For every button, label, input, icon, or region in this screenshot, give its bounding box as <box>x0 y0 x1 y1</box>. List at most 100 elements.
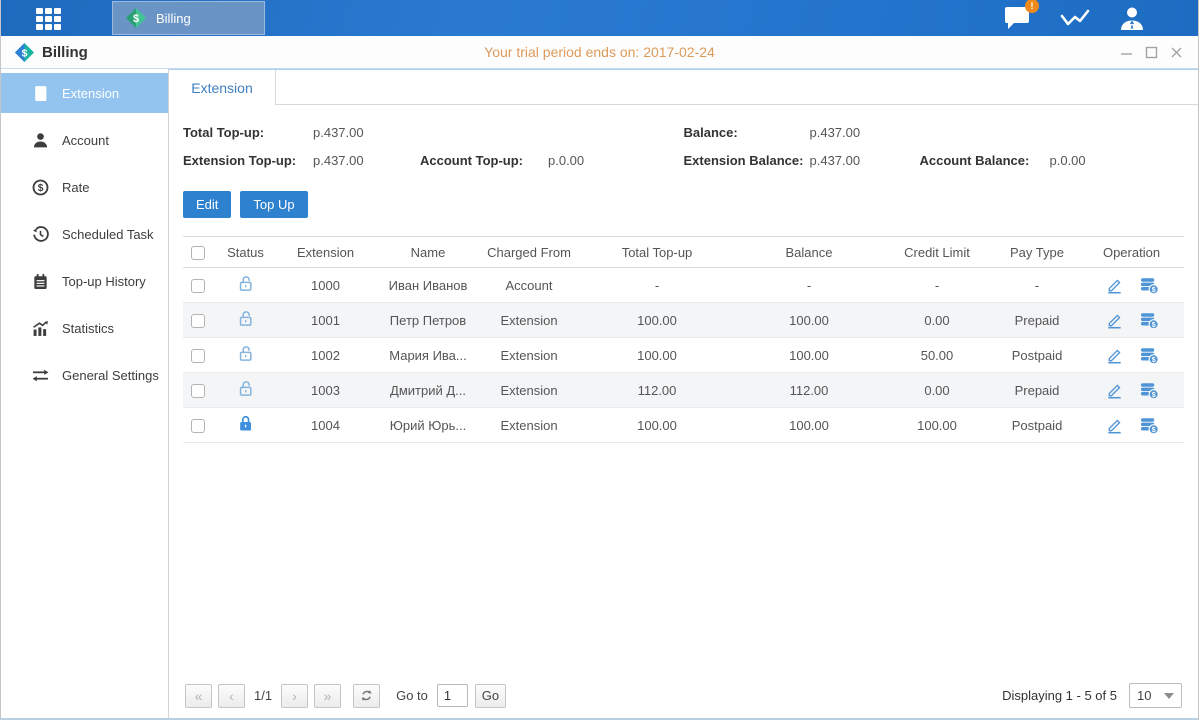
sidebar-item-topup-history[interactable]: Top-up History <box>1 261 168 301</box>
first-page-button[interactable]: « <box>185 684 212 708</box>
col-credit-limit: Credit Limit <box>879 237 995 268</box>
status-lock-icon <box>236 274 255 296</box>
top-app-bar: $ Billing ! <box>1 0 1198 36</box>
sidebar-item-account[interactable]: Account <box>1 120 168 160</box>
trial-notice: Your trial period ends on: 2017-02-24 <box>1 44 1198 60</box>
extension-cell: 1001 <box>278 303 373 338</box>
edit-row-icon[interactable] <box>1105 276 1124 295</box>
sidebar-item-label: Rate <box>62 180 89 195</box>
sidebar-item-label: Extension <box>62 86 119 101</box>
topup-row-icon[interactable]: $ <box>1140 346 1159 365</box>
summary-section: Total Top-up: p.437.00 Extension Top-up:… <box>183 125 1184 168</box>
prev-page-button[interactable]: ‹ <box>218 684 245 708</box>
sidebar-item-extension[interactable]: Extension <box>1 73 168 113</box>
table-body: 1000Иван ИвановAccount----$1001Петр Петр… <box>183 268 1184 443</box>
col-pay-type: Pay Type <box>995 237 1079 268</box>
tab-extension[interactable]: Extension <box>169 70 276 105</box>
extensions-table: Status Extension Name Charged From Total… <box>183 236 1184 443</box>
notification-badge: ! <box>1025 0 1039 13</box>
general-settings-sliders-icon <box>32 367 49 384</box>
status-lock-icon <box>236 344 255 366</box>
sidebar-item-rate[interactable]: $ Rate <box>1 167 168 207</box>
last-page-button[interactable]: » <box>314 684 341 708</box>
credit-limit-cell: 50.00 <box>879 338 995 373</box>
topup-row-icon[interactable]: $ <box>1140 276 1159 295</box>
charged-from-cell: Extension <box>483 338 575 373</box>
extension-cell: 1002 <box>278 338 373 373</box>
page-indicator: 1/1 <box>254 688 272 703</box>
billing-app-tab[interactable]: $ Billing <box>112 1 265 35</box>
svg-text:$: $ <box>22 47 28 59</box>
topup-row-icon[interactable]: $ <box>1140 416 1159 435</box>
table-row[interactable]: 1000Иван ИвановAccount----$ <box>183 268 1184 303</box>
sidebar: Extension Account $ Rate Scheduled Task … <box>1 69 169 718</box>
col-total-topup: Total Top-up <box>575 237 739 268</box>
table-header-row: Status Extension Name Charged From Total… <box>183 237 1184 268</box>
page-size-select[interactable]: 10 <box>1129 683 1182 708</box>
pagination-bar: « ‹ 1/1 › » Go to Go Displaying 1 - 5 of… <box>183 677 1184 718</box>
go-button[interactable]: Go <box>475 684 506 708</box>
col-name: Name <box>373 237 483 268</box>
svg-text:$: $ <box>133 13 139 25</box>
table-row[interactable]: 1003Дмитрий Д...Extension112.00112.000.0… <box>183 373 1184 408</box>
maximize-icon[interactable] <box>1143 44 1159 60</box>
minimize-icon[interactable] <box>1118 44 1134 60</box>
table-row[interactable]: 1004Юрий Юрь...Extension100.00100.00100.… <box>183 408 1184 443</box>
credit-limit-cell: 0.00 <box>879 373 995 408</box>
goto-label: Go to <box>396 688 428 703</box>
col-status: Status <box>213 237 278 268</box>
edit-row-icon[interactable] <box>1105 381 1124 400</box>
goto-page-input[interactable] <box>437 684 468 707</box>
topup-row-icon[interactable]: $ <box>1140 311 1159 330</box>
credit-limit-cell: - <box>879 268 995 303</box>
row-checkbox[interactable] <box>191 349 205 363</box>
table-row[interactable]: 1002Мария Ива...Extension100.00100.0050.… <box>183 338 1184 373</box>
status-lock-icon <box>236 309 255 331</box>
sidebar-item-label: Statistics <box>62 321 114 336</box>
col-extension: Extension <box>278 237 373 268</box>
pay-type-cell: Postpaid <box>995 408 1079 443</box>
table-row[interactable]: 1001Петр ПетровExtension100.00100.000.00… <box>183 303 1184 338</box>
balance-cell: 100.00 <box>739 408 879 443</box>
name-cell: Петр Петров <box>373 303 483 338</box>
credit-limit-cell: 0.00 <box>879 303 995 338</box>
select-all-checkbox[interactable] <box>191 246 205 260</box>
sidebar-item-statistics[interactable]: Statistics <box>1 308 168 348</box>
row-checkbox[interactable] <box>191 384 205 398</box>
edit-button[interactable]: Edit <box>183 191 231 218</box>
extension-cell: 1003 <box>278 373 373 408</box>
edit-row-icon[interactable] <box>1105 346 1124 365</box>
notifications-icon[interactable]: ! <box>1002 5 1032 31</box>
pay-type-cell: Postpaid <box>995 338 1079 373</box>
scheduled-task-clock-icon <box>32 226 49 243</box>
next-page-button[interactable]: › <box>281 684 308 708</box>
statistics-chart-icon[interactable] <box>1059 6 1091 30</box>
edit-row-icon[interactable] <box>1105 311 1124 330</box>
sidebar-item-label: Scheduled Task <box>62 227 154 242</box>
topup-row-icon[interactable]: $ <box>1140 381 1159 400</box>
sidebar-item-scheduled-task[interactable]: Scheduled Task <box>1 214 168 254</box>
charged-from-cell: Account <box>483 268 575 303</box>
main-panel: Extension Total Top-up: p.437.00 Extensi… <box>169 69 1198 718</box>
row-checkbox[interactable] <box>191 279 205 293</box>
top-up-button[interactable]: Top Up <box>240 191 307 218</box>
balance-value: p.437.00 <box>810 125 861 140</box>
tab-strip: Extension <box>169 70 1198 105</box>
sidebar-item-general-settings[interactable]: General Settings <box>1 355 168 395</box>
pay-type-cell: Prepaid <box>995 373 1079 408</box>
close-icon[interactable] <box>1168 44 1184 60</box>
rate-dollar-icon: $ <box>32 179 49 196</box>
svg-text:$: $ <box>1151 425 1155 433</box>
svg-text:$: $ <box>1151 355 1155 363</box>
extension-balance-label: Extension Balance: <box>684 153 810 168</box>
user-account-icon[interactable] <box>1118 5 1146 31</box>
refresh-button[interactable] <box>353 684 380 708</box>
account-balance-label: Account Balance: <box>920 153 1050 168</box>
edit-row-icon[interactable] <box>1105 416 1124 435</box>
row-checkbox[interactable] <box>191 314 205 328</box>
displaying-status: Displaying 1 - 5 of 5 <box>1002 688 1117 703</box>
apps-grid-icon[interactable] <box>36 8 70 30</box>
svg-text:$: $ <box>1151 285 1155 293</box>
row-checkbox[interactable] <box>191 419 205 433</box>
pay-type-cell: Prepaid <box>995 303 1079 338</box>
